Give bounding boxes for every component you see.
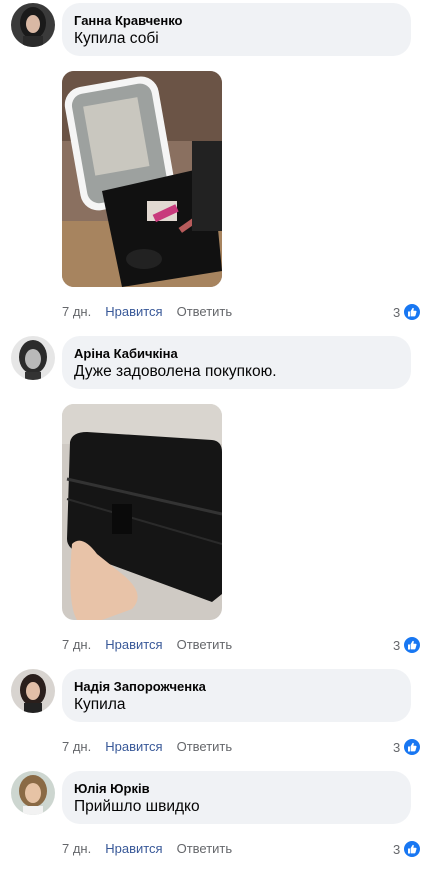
like-icon <box>403 303 422 321</box>
comment-bubble: Аріна Кабичкіна Дуже задоволена покупкою… <box>62 336 411 389</box>
avatar-photo <box>11 771 55 815</box>
comment-bubble: Надія Запорожченка Купила <box>62 669 411 722</box>
reply-button[interactable]: Ответить <box>177 840 233 858</box>
reaction-count: 3 <box>393 304 401 320</box>
comment-time[interactable]: 7 дн. <box>62 636 91 654</box>
reply-button[interactable]: Ответить <box>177 636 233 654</box>
comment-bubble: Ганна Кравченко Купила собі <box>62 3 411 56</box>
comment-actions: 7 дн. Нравится Ответить <box>62 738 232 756</box>
comment-text: Прийшло швидко <box>74 798 200 815</box>
comment-actions: 7 дн. Нравится Ответить <box>62 636 232 654</box>
comment-time[interactable]: 7 дн. <box>62 303 91 321</box>
comment-author[interactable]: Надія Запорожченка <box>74 678 399 695</box>
like-icon <box>403 636 422 654</box>
makeup-case-photo <box>62 71 222 287</box>
comment-text: Дуже задоволена покупкою. <box>74 363 277 380</box>
like-button[interactable]: Нравится <box>105 303 162 321</box>
comment-photo[interactable] <box>62 404 222 620</box>
like-icon <box>403 738 422 756</box>
reaction-summary[interactable]: 3 <box>393 840 422 858</box>
comment-photo[interactable] <box>62 71 222 287</box>
reaction-summary[interactable]: 3 <box>393 636 422 654</box>
like-icon <box>403 840 422 858</box>
comment-author[interactable]: Юлія Юрків <box>74 780 399 797</box>
comment-text: Купила собі <box>74 30 159 47</box>
like-button[interactable]: Нравится <box>105 840 162 858</box>
comment-time[interactable]: 7 дн. <box>62 840 91 858</box>
reaction-count: 3 <box>393 739 401 755</box>
avatar[interactable] <box>11 336 55 380</box>
like-button[interactable]: Нравится <box>105 738 162 756</box>
avatar[interactable] <box>11 669 55 713</box>
reply-button[interactable]: Ответить <box>177 738 233 756</box>
comment-actions: 7 дн. Нравится Ответить <box>62 840 232 858</box>
avatar-photo <box>11 336 55 380</box>
comment-time[interactable]: 7 дн. <box>62 738 91 756</box>
reaction-summary[interactable]: 3 <box>393 738 422 756</box>
like-button[interactable]: Нравится <box>105 636 162 654</box>
reply-button[interactable]: Ответить <box>177 303 233 321</box>
comment-bubble: Юлія Юрків Прийшло швидко <box>62 771 411 824</box>
comment-text: Купила <box>74 696 126 713</box>
avatar-photo <box>11 3 55 47</box>
black-case-photo <box>62 404 222 620</box>
comment-author[interactable]: Ганна Кравченко <box>74 12 399 29</box>
reaction-count: 3 <box>393 841 401 857</box>
comment-author[interactable]: Аріна Кабичкіна <box>74 345 399 362</box>
comment-actions: 7 дн. Нравится Ответить <box>62 303 232 321</box>
avatar-photo <box>11 669 55 713</box>
reaction-count: 3 <box>393 637 401 653</box>
avatar[interactable] <box>11 3 55 47</box>
avatar[interactable] <box>11 771 55 815</box>
reaction-summary[interactable]: 3 <box>393 303 422 321</box>
